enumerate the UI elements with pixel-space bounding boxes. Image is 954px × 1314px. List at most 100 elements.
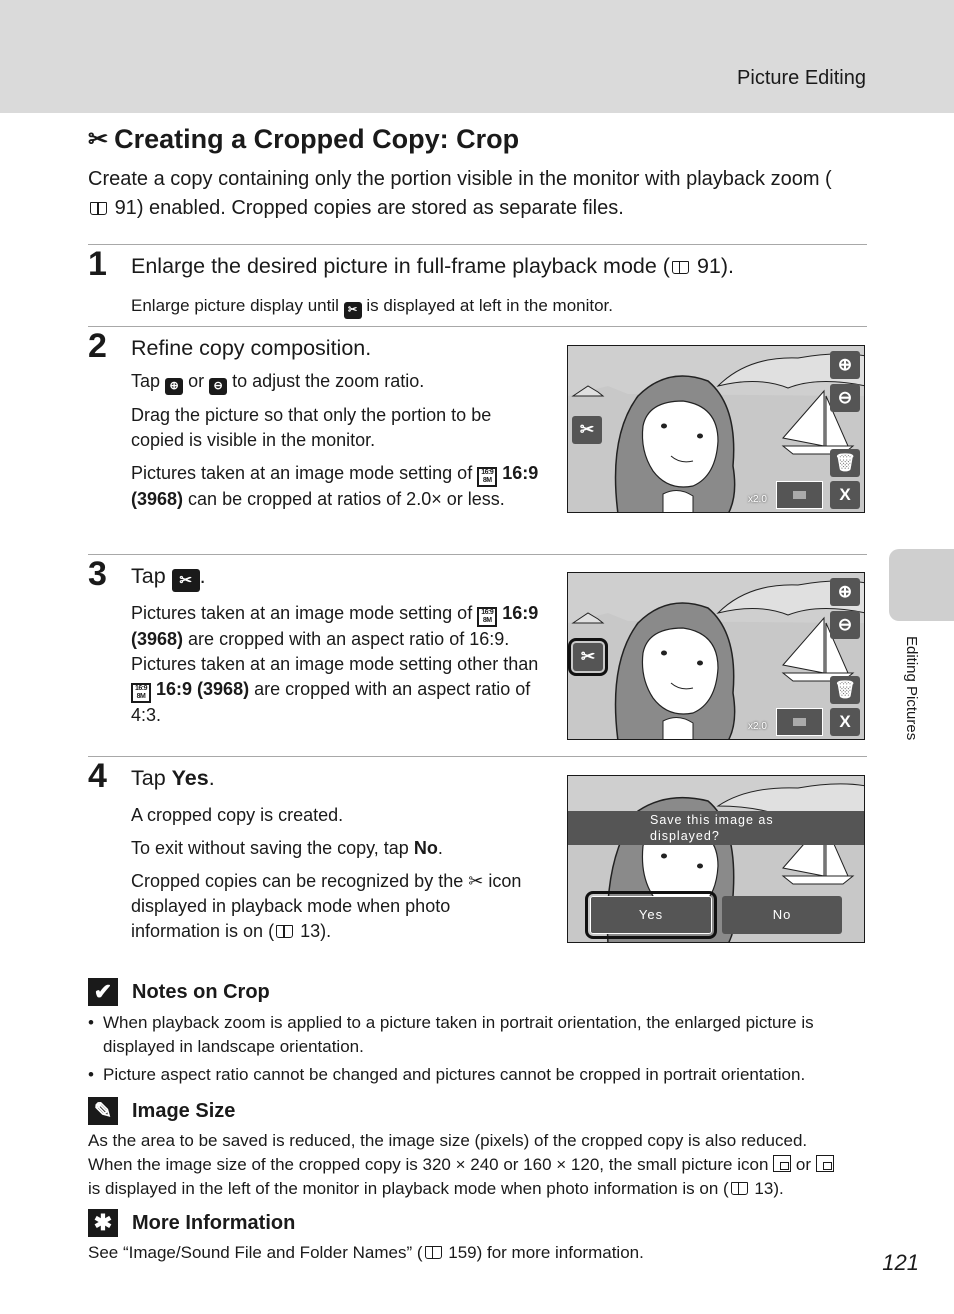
text-line: is displayed in the left of the monitor …	[88, 1177, 868, 1201]
step-title-text: Tap	[131, 564, 166, 588]
book-reference-icon	[671, 261, 689, 274]
header-band	[0, 0, 954, 113]
camera-screen-confirm-dialog: Save this image as displayed? Yes No	[567, 775, 865, 943]
mode-icon-bottom: 8M	[482, 477, 492, 484]
no-button[interactable]: No	[722, 896, 842, 934]
divider	[88, 326, 867, 327]
page-reference-link[interactable]: 159	[448, 1243, 476, 1262]
step-paragraph: To exit without saving the copy, tap No.	[131, 836, 531, 861]
text-line: When the image size of the cropped copy …	[88, 1153, 868, 1177]
dialog-prompt: Save this image as displayed?	[568, 811, 864, 845]
book-reference-icon	[424, 1246, 442, 1259]
crop-button[interactable]: ✂	[568, 638, 608, 676]
step-title-text: Tap	[131, 766, 166, 790]
divider	[88, 244, 867, 245]
check-icon: ✔	[88, 978, 118, 1006]
page-number: 121	[882, 1250, 919, 1275]
delete-button[interactable]: 🗑	[830, 449, 860, 477]
bold-text: No	[413, 838, 438, 858]
step-title: Enlarge the desired picture in full-fram…	[131, 254, 734, 279]
eye	[661, 423, 667, 429]
image-size-heading: ✎ Image Size	[88, 1097, 235, 1125]
image-mode-16-9-icon: 16:9 8M	[477, 607, 498, 627]
text-line: As the area to be saved is reduced, the …	[88, 1131, 808, 1150]
text: ).	[320, 921, 332, 941]
crop-scissors-icon: ✂	[88, 126, 109, 153]
crop-button-icon: ✂	[343, 302, 362, 319]
book-reference-icon	[730, 1182, 748, 1195]
text: or	[795, 1155, 812, 1174]
intro-text-end: ) enabled. Cropped copies are stored as …	[136, 197, 624, 219]
list-item: When playback zoom is applied to a pictu…	[88, 1011, 868, 1059]
intro-paragraph: Create a copy containing only the portio…	[88, 165, 848, 223]
mode-icon-top: 16:9	[134, 685, 148, 692]
zoom-out-icon: ⊖	[209, 378, 228, 395]
step-body: Pictures taken at an image mode setting …	[131, 601, 546, 736]
step-number: 2	[88, 327, 107, 365]
text: are cropped with an aspect ratio of 16:9…	[131, 629, 539, 674]
dialog-prompt-line: displayed?	[650, 829, 720, 843]
text: or	[188, 371, 205, 391]
navigation-indicator	[776, 708, 823, 736]
page-reference-link[interactable]: 13	[300, 921, 320, 941]
page-reference-link[interactable]: 91	[697, 254, 721, 278]
zoom-in-icon: ⊕	[165, 378, 184, 395]
navigation-indicator	[776, 481, 823, 509]
more-info-title: More Information	[132, 1211, 296, 1234]
bold-text: Yes	[171, 766, 209, 790]
image-size-body: As the area to be saved is reduced, the …	[88, 1129, 868, 1201]
close-button[interactable]: X	[830, 708, 860, 736]
step-title-end: .	[208, 766, 215, 790]
delete-button[interactable]: 🗑	[830, 676, 860, 704]
more-info-heading: ✱ More Information	[88, 1209, 295, 1237]
step-number: 1	[88, 245, 107, 283]
image-mode-16-9-icon: 16:9 8M	[477, 467, 498, 487]
notes-heading: ✔ Notes on Crop	[88, 978, 270, 1006]
zoom-ratio-label: x2.0	[748, 494, 767, 505]
page-reference-link[interactable]: 91	[115, 197, 137, 219]
notes-list: When playback zoom is applied to a pictu…	[88, 1011, 868, 1091]
eye	[661, 650, 667, 656]
divider	[88, 554, 867, 555]
text: To exit without saving the copy, tap	[131, 838, 409, 858]
hand	[662, 490, 694, 512]
step-number: 3	[88, 555, 107, 593]
step-paragraph: A cropped copy is created.	[131, 805, 344, 825]
crop-button[interactable]: ✂	[572, 416, 602, 444]
image-size-title: Image Size	[132, 1099, 236, 1122]
lightbulb-icon: ✱	[88, 1209, 118, 1237]
step-text-part: is displayed at left in the monitor.	[366, 296, 614, 315]
side-tab[interactable]	[889, 549, 954, 621]
page-reference-link[interactable]: 13	[754, 1179, 773, 1198]
boat-hull	[781, 875, 855, 885]
yes-button[interactable]: Yes	[585, 891, 717, 939]
mode-icon-bottom: 8M	[482, 617, 492, 624]
zoom-in-button[interactable]: ⊕	[830, 578, 860, 606]
step-paragraph: Tap ⊕ or ⊖ to adjust the zoom ratio.	[131, 369, 541, 395]
zoom-ratio-label: x2.0	[748, 721, 767, 732]
mode-icon-top: 16:9	[481, 469, 494, 476]
step-paragraph: Drag the picture so that only the portio…	[131, 405, 492, 450]
close-button[interactable]: X	[830, 481, 860, 509]
camera-screen-zoom: ⊕ ⊖ ✂ 🗑 X x2.0	[567, 345, 865, 513]
bold-text: 16:9 (3968)	[156, 679, 250, 699]
text: ).	[773, 1179, 784, 1198]
camera-screen-crop-selected: ⊕ ⊖ ✂ 🗑 X x2.0	[567, 572, 865, 740]
eye	[697, 660, 703, 666]
zoom-out-button[interactable]: ⊖	[830, 611, 860, 639]
text: Tap	[131, 371, 161, 391]
small-picture-icon	[773, 1155, 792, 1172]
step-text: Enlarge picture display until ✂ is displ…	[131, 293, 613, 319]
zoom-out-button[interactable]: ⊖	[830, 384, 860, 412]
book-reference-icon	[276, 925, 294, 938]
hand	[662, 717, 694, 739]
text: to adjust the zoom ratio.	[232, 371, 425, 391]
section-title: Picture Editing	[737, 67, 866, 89]
intro-text: Create a copy containing only the portio…	[88, 168, 832, 190]
text: can be cropped at ratios of 2.0× or less…	[188, 489, 505, 509]
text: See “Image/Sound File and Folder Names” …	[88, 1243, 423, 1262]
crop-indicator-icon: ✂	[468, 871, 484, 891]
list-item: Picture aspect ratio cannot be changed a…	[88, 1063, 868, 1087]
step-paragraph: Pictures taken at an image mode setting …	[131, 601, 546, 728]
zoom-in-button[interactable]: ⊕	[830, 351, 860, 379]
